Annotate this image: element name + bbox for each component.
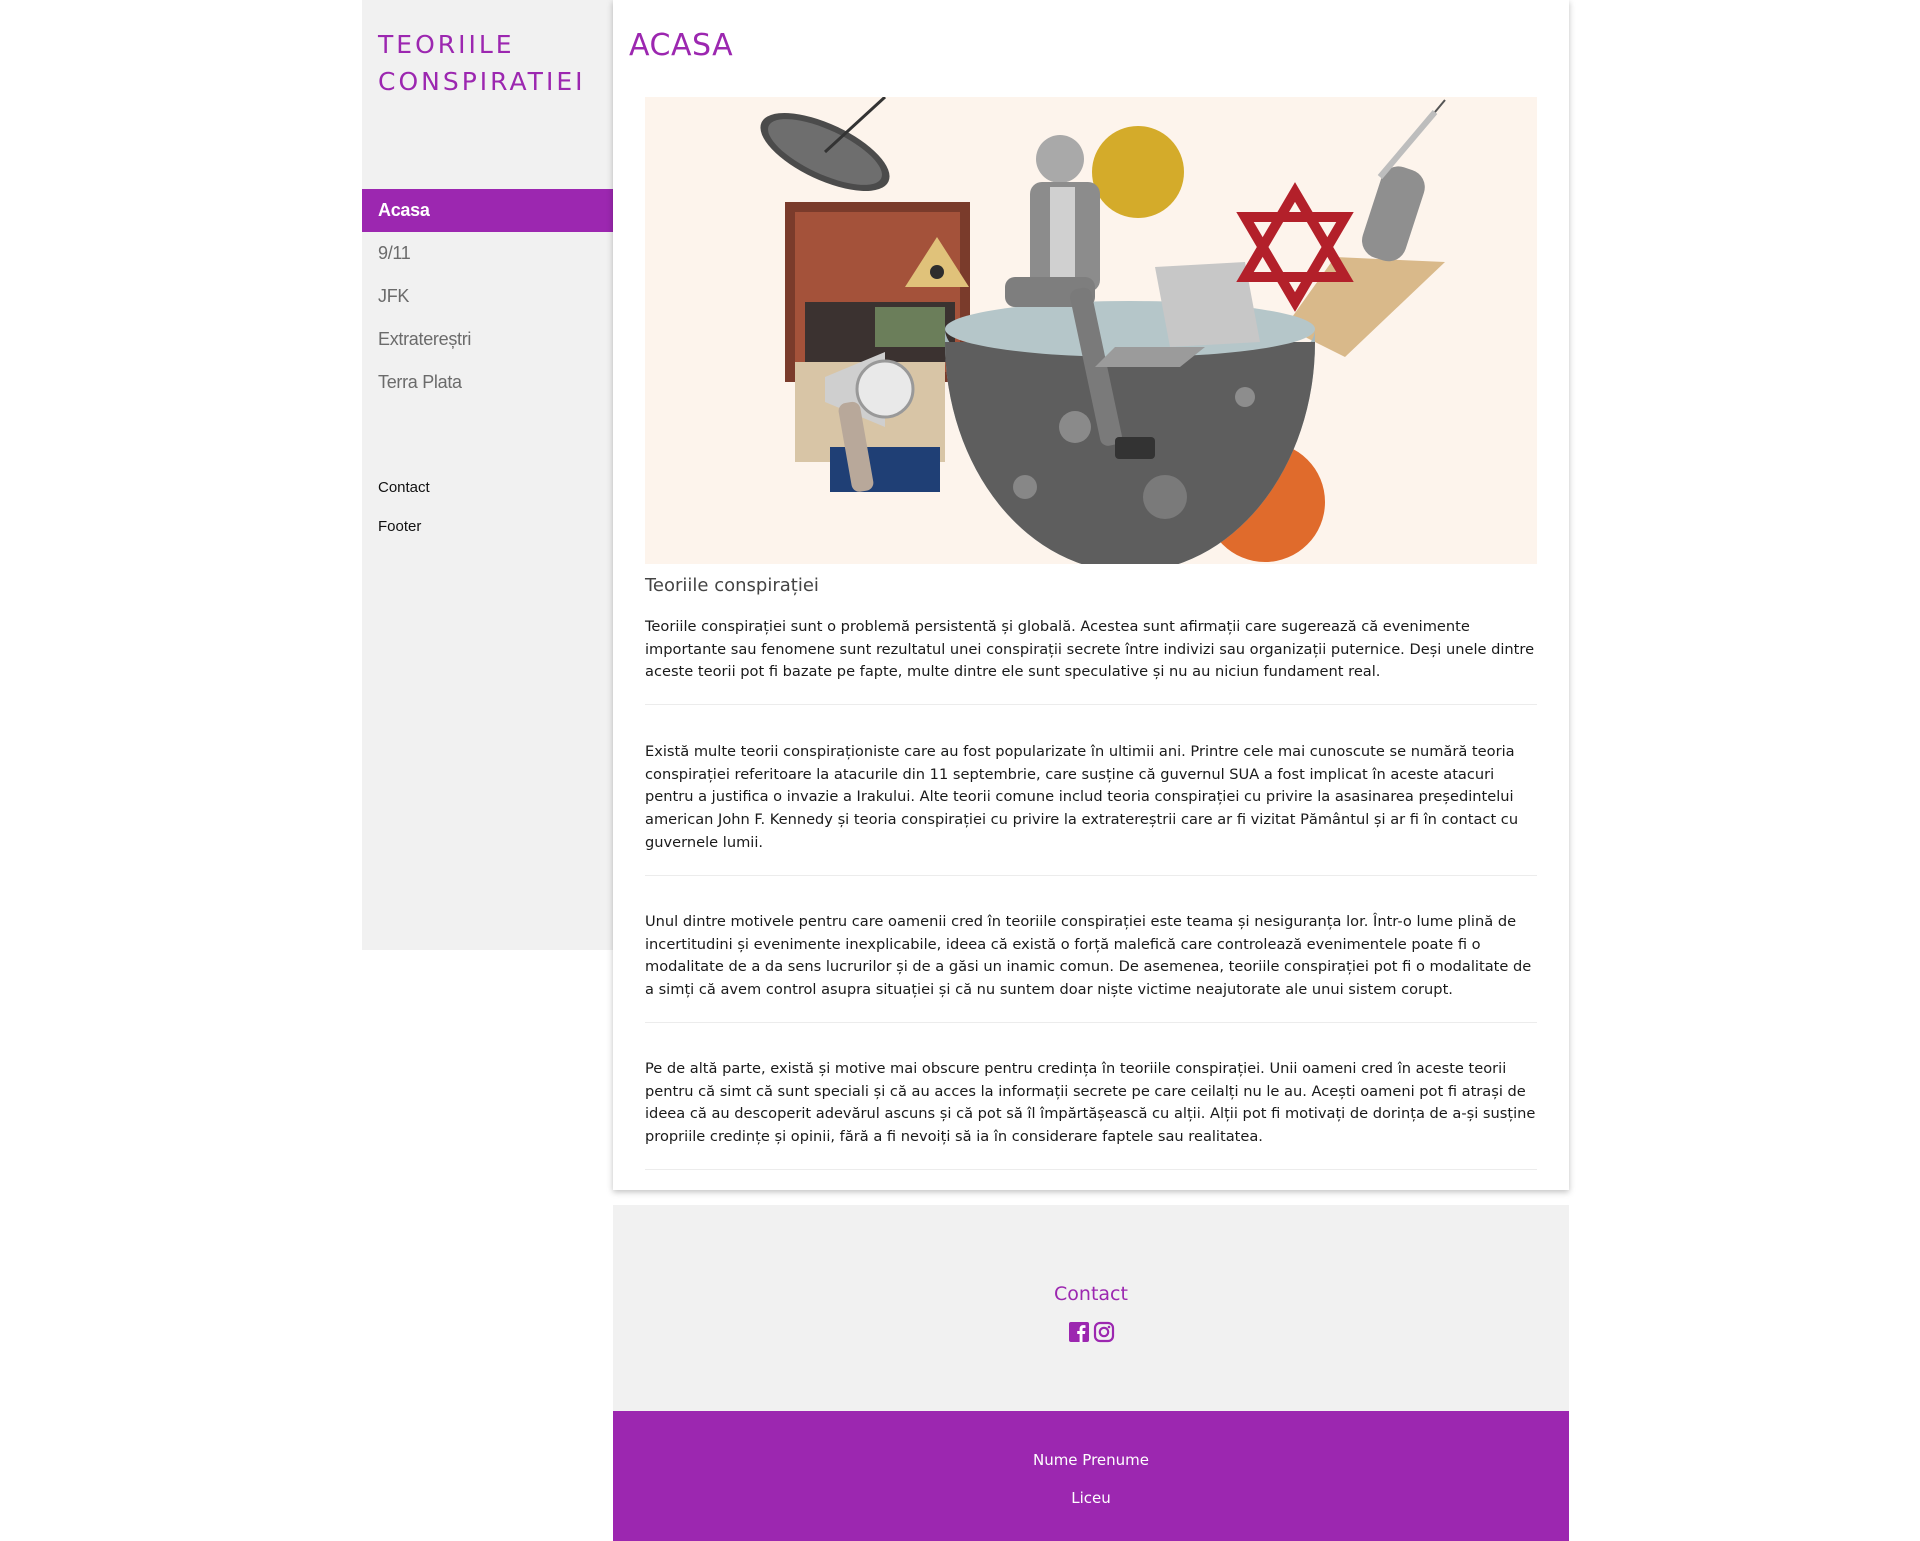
page-title: ACASA bbox=[629, 28, 734, 63]
paragraph-3: Unul dintre motivele pentru care oamenii… bbox=[645, 911, 1537, 1023]
facebook-icon[interactable] bbox=[1068, 1321, 1090, 1343]
main-content-card: ACASA Teoriile conspirației Teoriile con… bbox=[613, 0, 1569, 1190]
sidebar-link-contact[interactable]: Contact bbox=[378, 476, 430, 515]
contact-section: Contact bbox=[613, 1205, 1569, 1411]
footer-author-name: Nume Prenume bbox=[1032, 1451, 1150, 1469]
brand-line-2: CONSPIRATIEI bbox=[378, 67, 586, 96]
instagram-icon[interactable] bbox=[1093, 1321, 1115, 1343]
footer-school: Liceu bbox=[1071, 1489, 1111, 1507]
nav-item-9-11[interactable]: 9/11 bbox=[362, 232, 613, 275]
brand-line-1: TEORIILE bbox=[378, 30, 515, 59]
sidebar-anchor-links: Contact Footer bbox=[378, 476, 430, 554]
paragraph-2: Există multe teorii conspiraționiste car… bbox=[645, 741, 1537, 876]
nav-item-acasa[interactable]: Acasa bbox=[362, 189, 613, 232]
paragraph-4: Pe de altă parte, există și motive mai o… bbox=[645, 1058, 1537, 1170]
sidebar-link-footer[interactable]: Footer bbox=[378, 515, 430, 554]
social-links bbox=[613, 1321, 1569, 1343]
paragraph-1: Teoriile conspirației sunt o problemă pe… bbox=[645, 616, 1537, 706]
section-title: Teoriile conspirației bbox=[645, 575, 819, 596]
nav-item-extraterestri[interactable]: Extratereștri bbox=[362, 318, 613, 361]
contact-title: Contact bbox=[1054, 1283, 1128, 1305]
conspiracy-collage-illustration bbox=[645, 97, 1537, 564]
site-brand[interactable]: TEORIILE CONSPIRATIEI bbox=[378, 26, 608, 100]
hero-image bbox=[645, 97, 1537, 564]
site-footer: Nume Prenume Liceu bbox=[613, 1411, 1569, 1541]
nav-item-jfk[interactable]: JFK bbox=[362, 275, 613, 318]
nav-item-terra-plata[interactable]: Terra Plata bbox=[362, 361, 613, 404]
sidebar: TEORIILE CONSPIRATIEI Acasa 9/11 JFK Ext… bbox=[362, 0, 613, 950]
main-nav: Acasa 9/11 JFK Extratereștri Terra Plata bbox=[362, 189, 613, 404]
